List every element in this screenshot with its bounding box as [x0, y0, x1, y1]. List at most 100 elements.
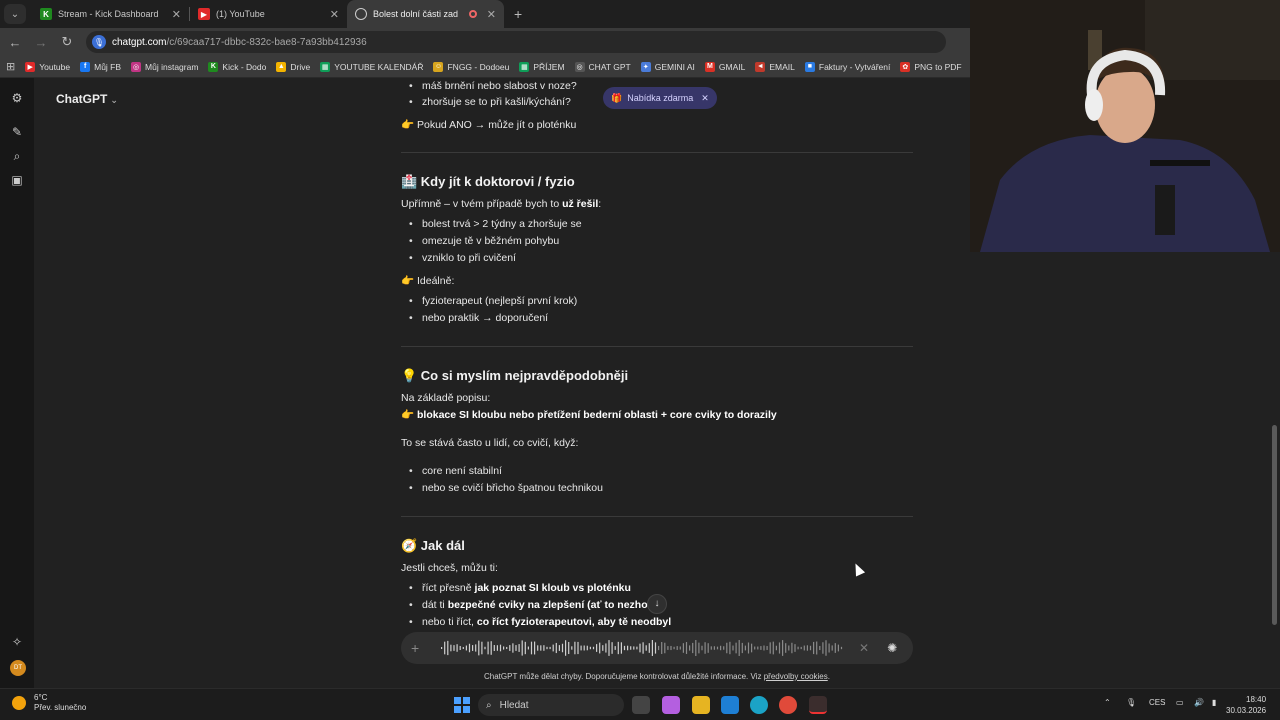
bookmark-item[interactable]: ▦ PŘÍJEM	[519, 61, 565, 72]
new-tab-button[interactable]: +	[514, 6, 522, 22]
edge-icon[interactable]	[750, 696, 768, 714]
model-selector[interactable]: ChatGPT ⌄	[56, 92, 118, 106]
waveform-bar	[785, 643, 787, 653]
close-icon[interactable]: ✕	[330, 8, 339, 21]
waveform-bar	[503, 646, 505, 650]
disclaimer-text: ChatGPT může dělat chyby. Doporučujeme k…	[484, 672, 764, 681]
tab-search-button[interactable]: ⌄	[4, 4, 26, 24]
waveform-bar	[726, 642, 728, 654]
bookmark-item[interactable]: ◄ EMAIL	[755, 61, 795, 72]
volume-icon[interactable]: 🔊	[1194, 698, 1204, 707]
paragraph: Na základě popisu:	[401, 392, 491, 404]
chatgpt-logo-icon[interactable]: ⚙	[9, 90, 25, 106]
waveform-bar	[806, 645, 808, 651]
microphone-icon[interactable]: 🎙	[92, 35, 106, 49]
close-icon[interactable]: ✕	[487, 8, 496, 21]
waveform-bar	[819, 645, 821, 651]
battery-icon[interactable]: ▮	[1212, 698, 1216, 707]
scroll-down-button[interactable]: ↓	[647, 594, 667, 614]
cancel-dictation-button[interactable]: ✕	[859, 641, 869, 655]
waveform-bar	[565, 640, 567, 656]
waveform-bar	[822, 642, 824, 654]
weather-widget[interactable]: 6°C Přev. slunečno	[12, 693, 86, 713]
sparkle-icon[interactable]: ✧	[9, 634, 25, 650]
list-item: vzniklo to při cvičení	[409, 250, 516, 267]
bookmark-item[interactable]: ▦ YOUTUBE KALENDÁŘ	[320, 61, 423, 72]
bookmark-label: Faktury - Vytváření	[818, 61, 891, 72]
waveform-bar	[720, 645, 722, 651]
waveform-bar	[651, 640, 653, 656]
tab-youtube[interactable]: ▶ (1) YouTube ✕	[190, 0, 347, 28]
new-chat-icon[interactable]: ✎	[9, 124, 25, 140]
voice-waveform	[441, 640, 843, 656]
waveform-bar	[633, 646, 635, 650]
waveform-bar	[648, 643, 650, 653]
obs-icon[interactable]	[809, 696, 827, 714]
waveform-bar	[543, 645, 545, 651]
windows-start-icon[interactable]	[454, 697, 470, 713]
text: Upřímně – v tvém případě bych to	[401, 198, 563, 210]
address-bar[interactable]: 🎙 chatgpt.com/c/69caa717-dbbc-832c-bae8-…	[86, 31, 946, 53]
chrome-icon[interactable]	[779, 696, 797, 714]
waveform-bar	[658, 645, 660, 651]
reload-icon[interactable]: ↻	[56, 34, 78, 50]
bold-text: bezpečné cviky na zlepšení (ať to nezhor…	[447, 599, 658, 611]
waveform-bar	[676, 646, 678, 650]
bold-text: už řešil	[562, 198, 599, 210]
waveform-bar	[518, 644, 520, 652]
waveform-bar	[472, 645, 474, 651]
bookmark-icon: ✿	[900, 61, 911, 72]
waveform-bar	[462, 646, 464, 650]
tab-title: Bolest dolní části zad	[373, 9, 459, 19]
bookmark-item[interactable]: ◎ CHAT GPT	[574, 61, 631, 72]
taskbar-search[interactable]: ⌕ Hledat	[478, 694, 624, 716]
sidebar-rail: ⚙ ✎ ⌕ ▣ ✧ DT	[0, 78, 34, 688]
waveform-bar	[654, 642, 657, 654]
bookmark-item[interactable]: M GMAIL	[704, 61, 745, 72]
bookmark-item[interactable]: f Můj FB	[80, 61, 121, 72]
bookmark-item[interactable]: ✦ GEMINI AI	[640, 61, 695, 72]
file-explorer-icon[interactable]	[692, 696, 710, 714]
tab-chatgpt[interactable]: Bolest dolní části zad ✕	[347, 0, 504, 28]
bookmark-item[interactable]: K Kick - Dodo	[208, 61, 266, 72]
waveform-bar	[732, 645, 734, 651]
bookmark-item[interactable]: ▶ Youtube	[25, 61, 70, 72]
waveform-bar	[481, 641, 483, 655]
waveform-bar	[800, 646, 802, 650]
library-icon[interactable]: ▣	[9, 172, 25, 188]
language-indicator[interactable]: CES	[1149, 698, 1165, 707]
bookmark-icon: K	[208, 61, 219, 72]
network-icon[interactable]: ▭	[1176, 698, 1184, 707]
waveform-bar	[521, 640, 523, 656]
forward-icon[interactable]: →	[30, 35, 52, 50]
bookmark-item[interactable]: ☺ FNGG - Dodoeu	[433, 61, 509, 72]
scrollbar-thumb[interactable]	[1272, 425, 1277, 625]
bookmark-label: GEMINI AI	[654, 61, 695, 72]
waveform-bar	[816, 641, 818, 655]
waveform-bar	[769, 642, 771, 654]
bookmark-item[interactable]: ✿ PNG to PDF	[900, 61, 962, 72]
copilot-icon[interactable]	[662, 696, 680, 714]
outlook-icon[interactable]	[721, 696, 739, 714]
waveform-bar	[834, 643, 836, 653]
list-item: omezuje tě v běžném pohybu	[409, 233, 559, 250]
bookmark-icon: ▦	[519, 61, 530, 72]
close-icon[interactable]: ✕	[172, 8, 181, 21]
bookmark-item[interactable]: ▲ Drive	[276, 61, 310, 72]
back-icon[interactable]: ←	[4, 35, 26, 50]
search-icon[interactable]: ⌕	[9, 148, 25, 164]
plus-icon[interactable]: +	[411, 640, 431, 656]
bookmark-item[interactable]: ◎ Můj instagram	[131, 61, 198, 72]
task-view-icon[interactable]	[632, 696, 650, 714]
apps-grid-icon[interactable]: ⊞	[6, 60, 15, 73]
waveform-bar	[809, 645, 812, 651]
paragraph: To se stává často u lidí, co cvičí, když…	[401, 437, 579, 449]
bookmark-item[interactable]: ■ Faktury - Vytváření	[804, 61, 891, 72]
chevron-up-icon[interactable]: ⌃	[1104, 698, 1111, 707]
tab-kick-dashboard[interactable]: K Stream - Kick Dashboard ✕	[32, 0, 189, 28]
cookie-preferences-link[interactable]: předvolby cookies	[764, 672, 828, 681]
waveform-bar	[639, 643, 641, 653]
disclaimer: ChatGPT může dělat chyby. Doporučujeme k…	[0, 672, 1280, 681]
microphone-icon[interactable]: 🎙	[1126, 698, 1136, 707]
clock[interactable]: 18:40 30.03.2026	[1226, 694, 1266, 716]
